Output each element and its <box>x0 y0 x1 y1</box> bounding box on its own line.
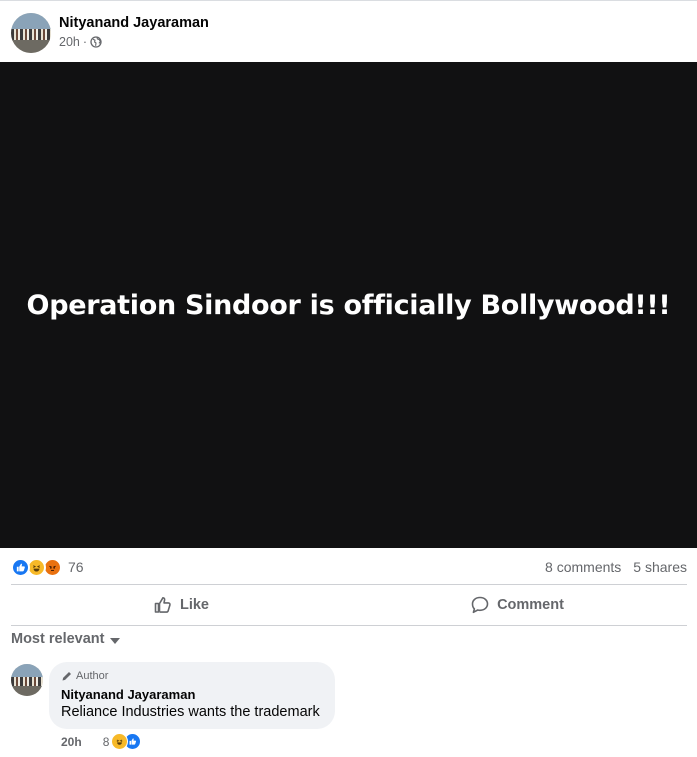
post-stats: 8 comments 5 shares <box>545 559 687 575</box>
author-badge: Author <box>61 670 108 682</box>
pencil-icon <box>62 672 71 681</box>
thumbs-up-icon <box>154 597 171 613</box>
comment-bubble: Author Nityanand Jayaraman Reliance Indu… <box>49 662 335 729</box>
comment-time[interactable]: 20h <box>61 735 82 749</box>
comments-count[interactable]: 8 comments <box>545 559 621 575</box>
like-icon <box>11 557 30 577</box>
author-avatar[interactable] <box>11 13 51 53</box>
post-header: Nityanand Jayaraman 20h · <box>0 1 697 62</box>
comment-label: Comment <box>497 597 564 613</box>
comment-button[interactable]: Comment <box>347 589 687 621</box>
reactions-summary[interactable]: 76 <box>11 556 84 578</box>
caret-down-icon <box>110 637 121 644</box>
sort-label: Most relevant <box>11 631 105 647</box>
divider <box>11 584 687 585</box>
commenter-avatar[interactable] <box>11 664 43 696</box>
meta-separator: · <box>82 35 88 49</box>
post-image[interactable]: Operation Sindoor is officially Bollywoo… <box>0 62 697 548</box>
author-name[interactable]: Nityanand Jayaraman <box>59 15 209 31</box>
like-label: Like <box>179 597 209 613</box>
post-image-text: Operation Sindoor is officially Bollywoo… <box>26 289 671 321</box>
comment-reaction-count[interactable]: 8 <box>103 735 110 749</box>
post-time[interactable]: 20h <box>59 35 80 49</box>
like-button[interactable]: Like <box>11 589 351 621</box>
globe-icon[interactable] <box>90 36 102 48</box>
comment-sort-dropdown[interactable]: Most relevant <box>11 631 121 647</box>
comment-meta: 20h 8 <box>61 733 142 750</box>
reaction-count: 76 <box>68 559 84 575</box>
shares-count[interactable]: 5 shares <box>633 559 687 575</box>
author-badge-label: Author <box>76 670 109 682</box>
commenter-name[interactable]: Nityanand Jayaraman <box>61 687 195 702</box>
comment-text: Reliance Industries wants the trademark <box>61 704 320 720</box>
post-meta: 20h · <box>59 35 102 49</box>
divider <box>11 625 687 626</box>
comment-icon <box>471 596 489 614</box>
